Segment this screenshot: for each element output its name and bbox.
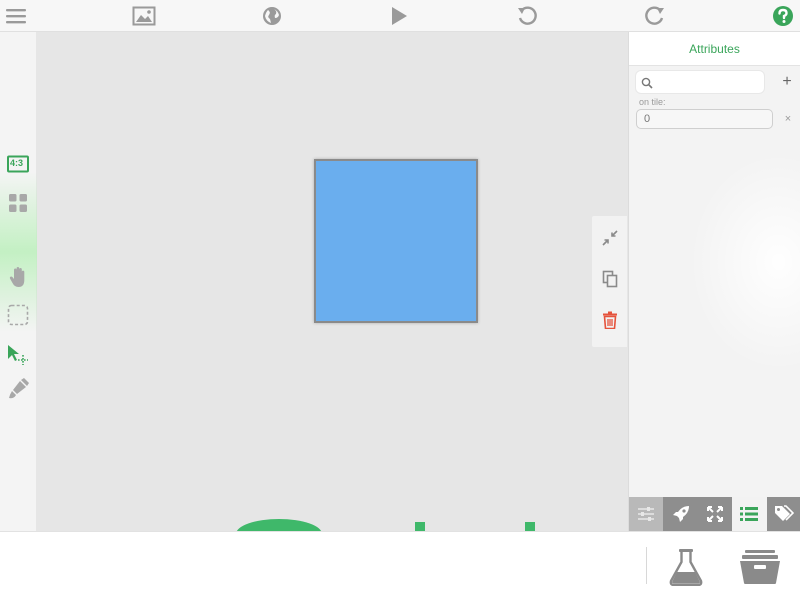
play-icon [392,7,407,25]
redo-button[interactable] [642,3,668,29]
grid-button[interactable] [4,189,32,217]
list-icon [740,507,759,521]
grid-icon [9,194,27,212]
bottom-divider [646,547,647,584]
play-button[interactable] [386,3,412,29]
left-tool-strip: 4:3 [0,32,37,531]
undo-icon [518,6,537,25]
tab-resize[interactable] [697,497,733,531]
inspector-glow [689,152,800,372]
trash-icon [603,311,617,329]
delete-button[interactable] [598,308,622,332]
aspect-ratio-label: 4:3 [10,158,24,168]
clear-field-button[interactable]: × [781,111,795,127]
pointer-tool-button[interactable] [4,341,32,369]
select-rect-icon [7,304,29,326]
bottom-bar [0,531,800,600]
help-icon [773,6,793,26]
tab-attributes[interactable] [732,497,767,531]
collapse-button[interactable] [598,226,622,250]
pointer-icon [8,345,28,365]
select-rect-button[interactable] [4,301,32,329]
inspector-tab-bar [629,497,800,531]
attributes-inspector: Attributes + on tile: × [628,32,800,531]
inspector-title: Attributes [689,41,740,56]
tab-tags[interactable] [766,497,800,531]
hand-icon [9,267,25,287]
sliders-icon [638,507,655,521]
help-button[interactable] [770,3,796,29]
hand-tool-button[interactable] [4,263,32,291]
on-tile-label: on tile: [639,97,666,107]
menu-button[interactable] [3,3,29,29]
image-icon [132,6,156,26]
brush-icon [9,378,29,399]
object-actions-panel [592,216,627,347]
partial-green-shape [236,519,322,531]
archive-box-icon [740,550,780,584]
redo-icon [645,6,664,25]
globe-icon [263,7,281,25]
search-icon [641,77,653,89]
attribute-search-box[interactable] [635,70,765,94]
on-tile-value-field[interactable] [636,109,773,129]
stage-canvas[interactable] [37,32,628,531]
flask-icon [669,549,703,586]
partial-green-shape [415,522,425,531]
duplicate-icon [602,270,618,288]
undo-button[interactable] [514,3,540,29]
inspector-header: Attributes [629,32,800,66]
archive-button[interactable] [738,546,782,588]
rocket-icon [672,506,689,522]
add-attribute-button[interactable]: + [779,72,795,92]
app-root: 4:3 Attributes + on tile: 0 × [0,0,800,600]
collapse-icon [602,230,618,246]
expand-icon [706,506,723,522]
brush-tool-button[interactable] [4,375,32,403]
hamburger-menu-icon [6,9,26,24]
tab-properties[interactable] [629,497,664,531]
top-toolbar [0,0,800,32]
globe-button[interactable] [259,3,285,29]
aspect-ratio-button[interactable]: 4:3 [4,150,32,178]
tab-behaviors[interactable] [663,497,698,531]
background-button[interactable] [131,3,157,29]
tag-icon [774,505,794,521]
partial-green-shape [525,522,535,531]
attribute-search-input[interactable] [656,74,760,90]
blue-square-shape[interactable] [314,159,478,323]
lab-button[interactable] [664,546,708,588]
duplicate-button[interactable] [598,267,622,291]
